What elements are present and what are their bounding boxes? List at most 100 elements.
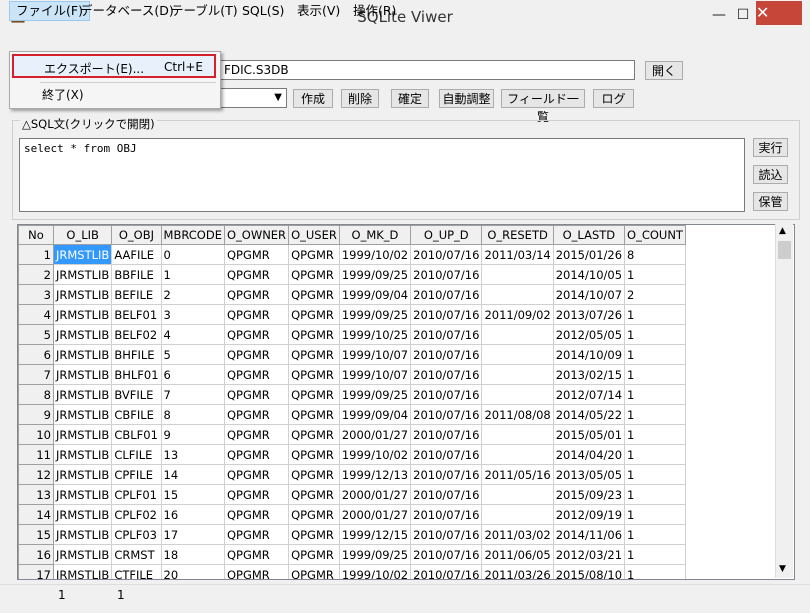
table-row[interactable]: 16 JRMSTLIB CRMST 18 QPGMR QPGMR 1999/09/25 201… <box>18 544 686 565</box>
table-cell[interactable]: BBFILE <box>111 264 162 285</box>
table-cell[interactable]: JRMSTLIB <box>52 564 113 579</box>
table-cell[interactable]: 14 <box>160 464 225 485</box>
row-number[interactable]: 15 <box>18 524 54 545</box>
table-row[interactable]: 15 JRMSTLIB CPLF03 17 QPGMR QPGMR 1999/12/15 20… <box>18 524 686 545</box>
table-cell[interactable]: 2012/03/21 <box>552 544 626 565</box>
table-cell[interactable]: 2013/02/15 <box>552 364 626 385</box>
table-cell[interactable]: 2011/08/08 <box>481 404 554 425</box>
file-path-field[interactable]: FDIC.S3DB <box>219 60 635 80</box>
menu-table[interactable]: テーブル(T) <box>165 2 244 20</box>
scrollbar-thumb[interactable] <box>778 241 791 259</box>
table-cell[interactable]: QPGMR <box>288 424 340 445</box>
table-cell[interactable]: AAFILE <box>111 244 162 265</box>
table-cell[interactable]: 2011/05/16 <box>481 464 554 485</box>
table-cell[interactable] <box>481 284 554 305</box>
table-cell[interactable]: 1 <box>624 424 686 445</box>
table-cell[interactable]: 1 <box>624 324 686 345</box>
row-number[interactable]: 1 <box>18 244 54 265</box>
table-cell[interactable]: JRMSTLIB <box>52 304 113 325</box>
table-cell[interactable]: 1999/10/02 <box>338 564 412 579</box>
table-cell[interactable]: JRMSTLIB <box>52 384 113 405</box>
table-cell[interactable] <box>481 504 554 525</box>
table-cell[interactable]: 2010/07/16 <box>410 404 483 425</box>
table-cell[interactable]: 2011/06/05 <box>481 544 554 565</box>
table-cell[interactable]: 2010/07/16 <box>410 284 483 305</box>
table-cell[interactable]: 9 <box>160 424 225 445</box>
table-row[interactable]: 9 JRMSTLIB CBFILE 8 QPGMR QPGMR 1999/09/04 2010… <box>18 404 686 425</box>
table-cell[interactable]: 1999/09/25 <box>338 264 412 285</box>
table-cell[interactable]: 13 <box>160 444 225 465</box>
table-cell[interactable]: QPGMR <box>288 464 340 485</box>
table-cell[interactable]: JRMSTLIB <box>52 344 113 365</box>
table-cell[interactable]: 2010/07/16 <box>410 464 483 485</box>
column-header[interactable]: O_RESETD <box>481 225 554 245</box>
row-number[interactable]: 11 <box>18 444 54 465</box>
table-cell[interactable]: 1 <box>624 304 686 325</box>
table-cell[interactable]: 1999/10/02 <box>338 244 412 265</box>
table-cell[interactable]: 5 <box>160 344 225 365</box>
table-cell[interactable]: JRMSTLIB <box>52 424 113 445</box>
table-cell[interactable]: 2011/03/14 <box>481 244 554 265</box>
table-cell[interactable]: QPGMR <box>223 504 290 525</box>
table-cell[interactable]: CPLF01 <box>111 484 162 505</box>
table-cell[interactable]: QPGMR <box>223 464 290 485</box>
column-header[interactable]: O_LIB <box>52 225 113 245</box>
table-cell[interactable]: QPGMR <box>223 324 290 345</box>
table-cell[interactable]: QPGMR <box>288 564 340 579</box>
table-cell[interactable]: QPGMR <box>223 544 290 565</box>
column-header[interactable]: MBRCODE <box>160 225 225 245</box>
table-cell[interactable]: 1 <box>624 264 686 285</box>
table-cell[interactable]: BELF01 <box>111 304 162 325</box>
sql-input[interactable]: select * from OBJ <box>19 138 745 212</box>
table-cell[interactable]: 2014/10/07 <box>552 284 626 305</box>
table-cell[interactable]: CBFILE <box>111 404 162 425</box>
row-number[interactable]: 7 <box>18 364 54 385</box>
menu-sql[interactable]: SQL(S) <box>236 2 290 20</box>
run-button[interactable]: 実行 <box>753 138 788 157</box>
table-cell[interactable]: 8 <box>160 404 225 425</box>
open-button[interactable]: 開く <box>645 61 683 80</box>
table-cell[interactable]: JRMSTLIB <box>52 324 113 345</box>
row-number[interactable]: 3 <box>18 284 54 305</box>
table-cell[interactable]: JRMSTLIB <box>52 404 113 425</box>
maximize-button[interactable]: ☐ <box>730 5 756 25</box>
table-cell[interactable]: 2010/07/16 <box>410 244 483 265</box>
table-cell[interactable]: 8 <box>624 244 686 265</box>
table-cell[interactable]: 1 <box>624 464 686 485</box>
table-cell[interactable]: CBLF01 <box>111 424 162 445</box>
sql-group-toggle[interactable]: △SQL文(クリックで開閉) <box>20 116 157 132</box>
table-cell[interactable]: QPGMR <box>223 444 290 465</box>
table-cell[interactable]: QPGMR <box>223 284 290 305</box>
table-cell[interactable]: 2014/05/22 <box>552 404 626 425</box>
row-number[interactable]: 16 <box>18 544 54 565</box>
table-cell[interactable]: 2010/07/16 <box>410 384 483 405</box>
table-cell[interactable]: 2 <box>624 284 686 305</box>
table-cell[interactable]: QPGMR <box>288 244 340 265</box>
table-row[interactable]: 8 JRMSTLIB BVFILE 7 QPGMR QPGMR 1999/09/25 2010… <box>18 384 686 405</box>
table-cell[interactable] <box>481 384 554 405</box>
table-row[interactable]: 14 JRMSTLIB CPLF02 16 QPGMR QPGMR 2000/01/27 20… <box>18 504 686 525</box>
menu-database[interactable]: データベース(D) <box>74 2 180 20</box>
column-header[interactable]: No <box>18 225 54 245</box>
table-cell[interactable]: 4 <box>160 324 225 345</box>
table-cell[interactable]: 2015/05/01 <box>552 424 626 445</box>
table-cell[interactable]: QPGMR <box>288 524 340 545</box>
table-cell[interactable]: QPGMR <box>288 364 340 385</box>
table-row[interactable]: 13 JRMSTLIB CPLF01 15 QPGMR QPGMR 2000/01/27 20… <box>18 484 686 505</box>
table-cell[interactable]: CPLF03 <box>111 524 162 545</box>
table-cell[interactable]: 2014/04/20 <box>552 444 626 465</box>
table-select[interactable]: ▼ <box>219 88 287 108</box>
table-cell[interactable]: CLFILE <box>111 444 162 465</box>
table-cell[interactable]: 2010/07/16 <box>410 424 483 445</box>
row-number[interactable]: 8 <box>18 384 54 405</box>
table-cell[interactable]: 2010/07/16 <box>410 324 483 345</box>
table-cell[interactable]: 1999/09/25 <box>338 544 412 565</box>
table-cell[interactable]: QPGMR <box>288 344 340 365</box>
table-cell[interactable]: 1 <box>624 504 686 525</box>
table-cell[interactable]: 2010/07/16 <box>410 564 483 579</box>
table-cell[interactable]: 2012/05/05 <box>552 324 626 345</box>
table-cell[interactable]: 2012/09/19 <box>552 504 626 525</box>
table-cell[interactable]: QPGMR <box>223 244 290 265</box>
data-grid[interactable]: No O_LIB O_OBJ MBRCODE O_OWNER O_USER O_MK_D O_… <box>17 224 795 580</box>
table-cell[interactable]: 2010/07/16 <box>410 484 483 505</box>
